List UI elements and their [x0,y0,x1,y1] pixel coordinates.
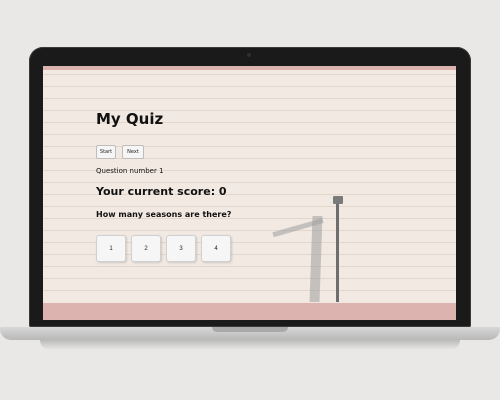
score-display: Your current score: 0 [96,185,227,198]
street-lamp-pole [336,204,339,302]
page-title: My Quiz [96,110,164,128]
question-number: Question number 1 [96,167,164,175]
bottom-accent-bar [43,303,456,320]
laptop-notch [212,327,288,332]
question-text: How many seasons are there? [96,210,232,219]
app-screen: My Quiz Start Next Question number 1 You… [43,66,456,320]
answer-button-3[interactable]: 3 [166,235,196,262]
street-lamp-icon [333,196,343,204]
start-button[interactable]: Start [96,145,116,159]
answer-button-2[interactable]: 2 [131,235,161,262]
answer-button-1[interactable]: 1 [96,235,126,262]
laptop-shadow [40,340,460,350]
webcam-icon [247,53,251,57]
answer-button-4[interactable]: 4 [201,235,231,262]
next-button[interactable]: Next [122,145,144,159]
